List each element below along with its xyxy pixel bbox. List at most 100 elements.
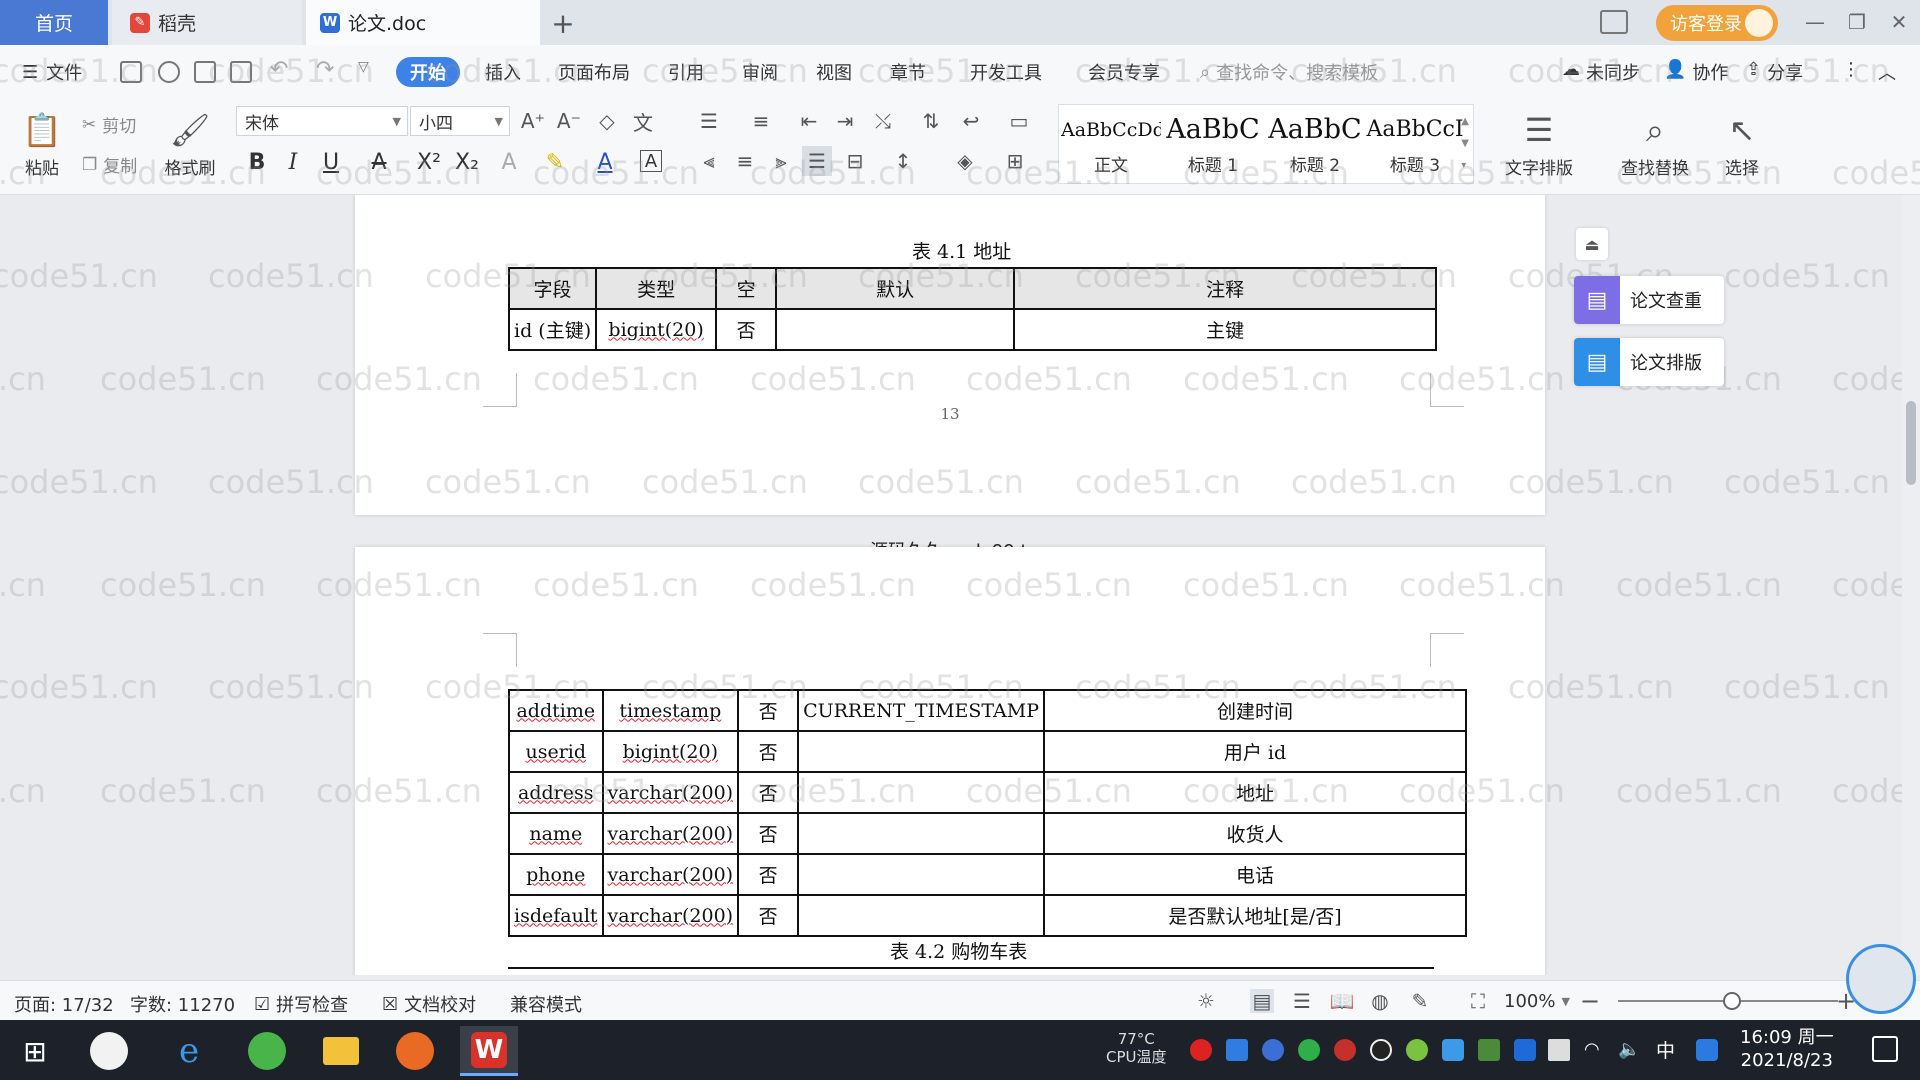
- reading-view-icon[interactable]: 📖: [1330, 989, 1355, 1013]
- tray-app-icon[interactable]: [1696, 1039, 1718, 1061]
- style-normal[interactable]: AaBbCcDd 正文: [1061, 105, 1161, 183]
- menu-references[interactable]: 引用: [668, 59, 704, 85]
- find-replace-button[interactable]: ⌕ 查找替换: [1610, 106, 1700, 179]
- justify-icon[interactable]: ☰: [802, 146, 832, 176]
- superscript-button[interactable]: X²: [414, 146, 444, 178]
- vertical-scrollbar[interactable]: [1902, 195, 1920, 975]
- collab-button[interactable]: 👤 协作: [1664, 59, 1728, 85]
- assistant-float-icon[interactable]: [1846, 944, 1916, 1014]
- tray-app-icon[interactable]: [1442, 1039, 1464, 1061]
- windows-start-icon[interactable]: ⊞: [6, 1026, 64, 1076]
- input-method-indicator[interactable]: 中: [1656, 1036, 1675, 1063]
- minimize-icon[interactable]: —: [1800, 8, 1830, 36]
- font-name-select[interactable]: 宋体 ▼: [236, 106, 408, 136]
- tray-app-icon[interactable]: [1298, 1039, 1320, 1061]
- line-break-icon[interactable]: ↩: [956, 106, 986, 136]
- address-table[interactable]: 字段 类型 空 默认 注释 id (主键) bigint(20) 否 主键: [507, 267, 1438, 351]
- volume-icon[interactable]: 🔈: [1618, 1039, 1640, 1061]
- style-heading-1[interactable]: AaBbC 标题 1: [1163, 105, 1263, 183]
- zoom-out-icon[interactable]: −: [1578, 987, 1602, 1015]
- tray-app-icon[interactable]: [1406, 1039, 1428, 1061]
- browser-360-icon[interactable]: [238, 1026, 296, 1076]
- bullet-list-icon[interactable]: ☰: [694, 106, 724, 136]
- text-effect-button[interactable]: A: [494, 146, 524, 178]
- add-tab-button[interactable]: +: [546, 6, 580, 40]
- align-left-icon[interactable]: ⫷: [694, 146, 724, 176]
- ie-browser-icon[interactable]: e: [160, 1026, 218, 1076]
- tray-app-icon[interactable]: [1226, 1039, 1248, 1061]
- distributed-align-icon[interactable]: ⊟: [840, 146, 870, 176]
- save-icon[interactable]: [120, 61, 142, 83]
- select-button[interactable]: ↖ 选择: [1712, 106, 1772, 179]
- outline-view-icon[interactable]: ☰: [1290, 989, 1314, 1013]
- file-menu[interactable]: ☰ 文件: [22, 59, 82, 85]
- increase-indent-icon[interactable]: ⇥: [830, 106, 860, 136]
- menu-start[interactable]: 开始: [396, 57, 460, 87]
- strikethrough-button[interactable]: A: [364, 146, 394, 178]
- cut-button[interactable]: ✂ 剪切: [82, 112, 136, 138]
- numbered-list-icon[interactable]: ≡: [746, 106, 776, 136]
- zoom-select[interactable]: 100% ▼: [1504, 991, 1570, 1012]
- window-layout-icon[interactable]: [1600, 10, 1628, 34]
- bluetooth-icon[interactable]: [1514, 1039, 1536, 1061]
- nvidia-icon[interactable]: [1478, 1039, 1500, 1061]
- file-explorer-icon[interactable]: [312, 1026, 370, 1076]
- redo-icon[interactable]: ↷: [316, 57, 334, 82]
- page-indicator[interactable]: 页面: 17/32: [14, 991, 114, 1017]
- underline-button[interactable]: U: [316, 146, 346, 178]
- tab-daoke[interactable]: ✎ 稻壳: [112, 0, 302, 45]
- style-heading-2[interactable]: AaBbC 标题 2: [1265, 105, 1365, 183]
- shading-icon[interactable]: ◈: [950, 146, 980, 176]
- highlight-icon[interactable]: ✎: [540, 146, 570, 178]
- menu-view[interactable]: 视图: [816, 59, 852, 85]
- collapse-ribbon-icon[interactable]: ︿: [1878, 59, 1896, 85]
- tray-app-icon[interactable]: [1334, 1039, 1356, 1061]
- tray-app-icon[interactable]: [1190, 1039, 1212, 1061]
- line-spacing-icon[interactable]: ↕: [888, 146, 918, 176]
- menu-developer[interactable]: 开发工具: [970, 59, 1042, 85]
- copy-button[interactable]: ❐ 复制: [82, 152, 137, 178]
- zoom-slider[interactable]: [1618, 992, 1838, 1010]
- clear-format-icon[interactable]: ◇: [592, 106, 622, 136]
- subscript-button[interactable]: X₂: [452, 146, 482, 178]
- shrink-font-icon[interactable]: A⁻: [554, 106, 584, 136]
- menu-insert[interactable]: 插入: [485, 59, 521, 85]
- scrollbar-thumb[interactable]: [1906, 401, 1916, 485]
- sync-button[interactable]: ☁ 未同步: [1562, 59, 1640, 85]
- side-panel-collapse-icon[interactable]: ⏏: [1576, 228, 1608, 260]
- qq-icon[interactable]: [1370, 1039, 1392, 1061]
- font-color-button[interactable]: A: [590, 146, 620, 178]
- share-button[interactable]: ⇪ 分享: [1746, 59, 1803, 85]
- menu-review[interactable]: 审阅: [742, 59, 778, 85]
- zoom-slider-handle[interactable]: [1723, 992, 1742, 1010]
- guest-login-button[interactable]: 访客登录: [1656, 5, 1778, 41]
- decrease-indent-icon[interactable]: ⇤: [794, 106, 824, 136]
- bold-button[interactable]: B: [242, 146, 272, 178]
- format-painter-button[interactable]: 🖌 格式刷: [160, 106, 220, 179]
- tab-document[interactable]: W 论文.doc: [306, 0, 540, 45]
- proofread-button[interactable]: ☒ 文档校对: [382, 991, 476, 1017]
- system-clock[interactable]: 16:09 周一 2021/8/23: [1740, 1026, 1834, 1072]
- wifi-icon[interactable]: ◠: [1584, 1039, 1606, 1061]
- char-border-button[interactable]: A: [640, 150, 662, 172]
- borders-icon[interactable]: ⊞: [1000, 146, 1030, 176]
- grow-font-icon[interactable]: A⁺: [518, 106, 548, 136]
- print-preview-icon[interactable]: [230, 61, 252, 83]
- write-view-icon[interactable]: ✎: [1408, 989, 1432, 1013]
- command-search[interactable]: ⌕ 查找命令、搜索模板: [1200, 59, 1378, 85]
- undo-icon[interactable]: ↶: [270, 57, 288, 82]
- pinwheel-app-icon[interactable]: [80, 1026, 138, 1076]
- style-heading-3[interactable]: AaBbCcI 标题 3: [1365, 105, 1465, 183]
- menu-member[interactable]: 会员专享: [1088, 59, 1160, 85]
- cpu-temperature[interactable]: 77°C CPU温度: [1106, 1030, 1167, 1066]
- paste-button[interactable]: 📋 粘贴: [14, 106, 70, 179]
- close-icon[interactable]: ✕: [1884, 8, 1914, 36]
- wps-writer-icon[interactable]: W: [460, 1026, 518, 1076]
- text-direction-icon[interactable]: ⤯: [868, 106, 898, 136]
- font-size-select[interactable]: 小四 ▼: [410, 106, 510, 136]
- ruler-icon[interactable]: ▭: [1004, 106, 1034, 136]
- web-view-icon[interactable]: ◍: [1368, 989, 1392, 1013]
- spell-check-button[interactable]: ☑ 拼写检查: [254, 991, 348, 1017]
- quick-access-dropdown-icon[interactable]: ▽: [358, 59, 369, 75]
- page-view-icon[interactable]: ▤: [1250, 989, 1274, 1013]
